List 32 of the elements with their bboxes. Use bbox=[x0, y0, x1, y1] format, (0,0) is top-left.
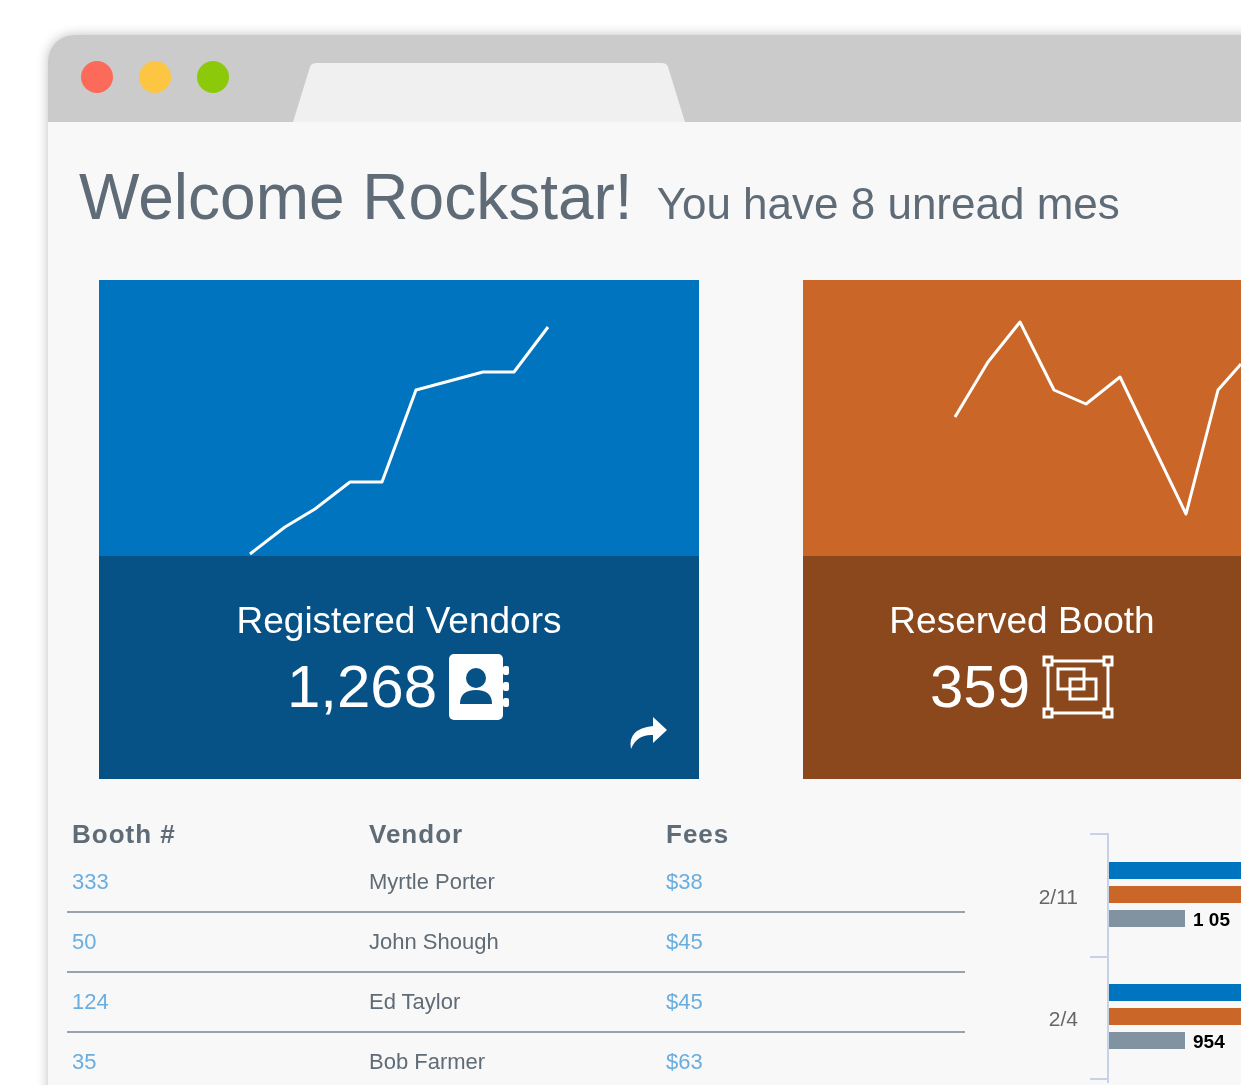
welcome-heading: Welcome Rockstar! bbox=[79, 160, 633, 234]
column-header: Booth # bbox=[72, 819, 177, 851]
column-header: Fees bbox=[666, 819, 731, 851]
unread-messages-text: You have 8 unread mes bbox=[656, 179, 1120, 229]
category-label: 2/4 bbox=[1048, 1007, 1078, 1030]
browser-tab[interactable] bbox=[293, 63, 685, 122]
bar-value-label: 954 bbox=[1193, 1031, 1225, 1052]
column-header: Vendor bbox=[369, 819, 465, 851]
stat-value: 359 bbox=[929, 652, 1031, 721]
stat-label: Reserved Booth bbox=[889, 600, 1155, 642]
minimize-button[interactable] bbox=[139, 60, 171, 93]
bar-value-label: 1 05 bbox=[1193, 909, 1230, 930]
booth-number: 35 bbox=[72, 1049, 98, 1075]
fee-amount: $45 bbox=[666, 929, 704, 955]
booth-number: 50 bbox=[72, 929, 98, 955]
vendor-name: Bob Farmer bbox=[369, 1049, 487, 1075]
vendor-name: Ed Taylor bbox=[369, 989, 462, 1015]
layers-frame-icon bbox=[1042, 654, 1115, 719]
booth-number: 333 bbox=[72, 869, 110, 895]
close-button[interactable] bbox=[81, 60, 113, 93]
booth-number: 124 bbox=[72, 989, 110, 1015]
fee-amount: $38 bbox=[666, 869, 704, 895]
share-icon[interactable] bbox=[627, 715, 669, 751]
category-label: 2/11 bbox=[1038, 885, 1078, 908]
vendor-name: Myrtle Porter bbox=[369, 869, 496, 895]
fee-amount: $63 bbox=[666, 1049, 704, 1075]
fee-amount: $45 bbox=[666, 989, 704, 1015]
vendor-name: John Shough bbox=[369, 929, 500, 955]
stat-label: Registered Vendors bbox=[236, 600, 562, 642]
maximize-button[interactable] bbox=[197, 60, 229, 93]
address-book-icon bbox=[449, 653, 512, 720]
stat-value: 1,268 bbox=[286, 652, 438, 721]
